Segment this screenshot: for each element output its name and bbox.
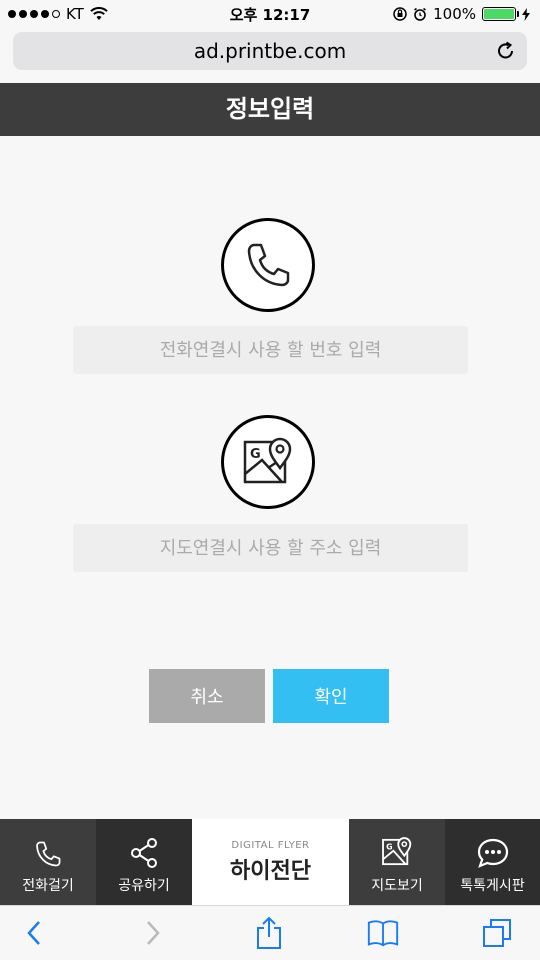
- phone-number-input[interactable]: [73, 326, 468, 374]
- chevron-left-icon: [27, 921, 40, 945]
- tab-map-label: 지도보기: [371, 878, 423, 894]
- brand-subtitle: DIGITAL FLYER: [231, 839, 310, 851]
- battery-icon: [482, 7, 519, 21]
- reload-icon[interactable]: [495, 40, 517, 62]
- tab-map[interactable]: G 지도보기: [349, 819, 445, 905]
- svg-text:G: G: [250, 447, 261, 462]
- tab-board-label: 톡톡게시판: [460, 878, 525, 894]
- svg-text:G: G: [386, 843, 392, 852]
- forward-button[interactable]: [136, 916, 170, 950]
- bookmarks-button[interactable]: [366, 916, 400, 950]
- book-icon: [367, 920, 399, 947]
- address-input[interactable]: [73, 524, 468, 572]
- tabs-icon: [483, 919, 511, 947]
- chat-bubble-icon: [477, 838, 508, 868]
- tab-call[interactable]: 전화걸기: [0, 819, 96, 905]
- brand-logo[interactable]: DIGITAL FLYER 하이전단: [192, 819, 349, 905]
- phone-icon: [36, 841, 61, 867]
- confirm-button[interactable]: 확인: [273, 669, 389, 723]
- brand-name: 하이전단: [230, 858, 311, 884]
- status-right: 100%: [393, 5, 530, 23]
- status-bar: KT 오후 12:17 100%: [0, 0, 540, 28]
- page-title: 정보입력: [0, 83, 540, 136]
- tab-call-label: 전화걸기: [22, 878, 74, 894]
- map-glyph: G: [243, 437, 292, 484]
- tab-share[interactable]: 공유하기: [96, 819, 192, 905]
- chevron-right-icon: [147, 921, 160, 945]
- tab-share-label: 공유하기: [118, 878, 170, 894]
- charging-icon: [522, 7, 530, 21]
- share-icon: [131, 838, 157, 868]
- cancel-button[interactable]: 취소: [149, 669, 265, 723]
- bottom-tab-bar: 전화걸기 공유하기 DIGITAL FLYER 하이전단 G 지도보기 톡톡게시…: [0, 819, 540, 905]
- address-bar[interactable]: ad.printbe.com: [13, 32, 527, 70]
- battery-percent: 100%: [433, 5, 476, 23]
- url-text[interactable]: ad.printbe.com: [194, 39, 346, 63]
- info-form: G 취소 확인: [0, 136, 540, 819]
- back-button[interactable]: [17, 916, 51, 950]
- phone-icon: [221, 218, 315, 312]
- map-icon: G: [221, 415, 315, 509]
- browser-address-area: ad.printbe.com: [0, 28, 540, 83]
- tab-board[interactable]: 톡톡게시판: [445, 819, 540, 905]
- share-button[interactable]: [252, 916, 286, 950]
- share-sheet-icon: [257, 916, 281, 949]
- battery-fill: [484, 9, 514, 19]
- browser-toolbar: [0, 905, 540, 960]
- alarm-icon: [414, 7, 427, 21]
- phone-glyph: [247, 243, 290, 287]
- map-icon: G: [382, 837, 412, 866]
- rotation-lock-icon: [393, 7, 407, 21]
- tabs-button[interactable]: [480, 916, 514, 950]
